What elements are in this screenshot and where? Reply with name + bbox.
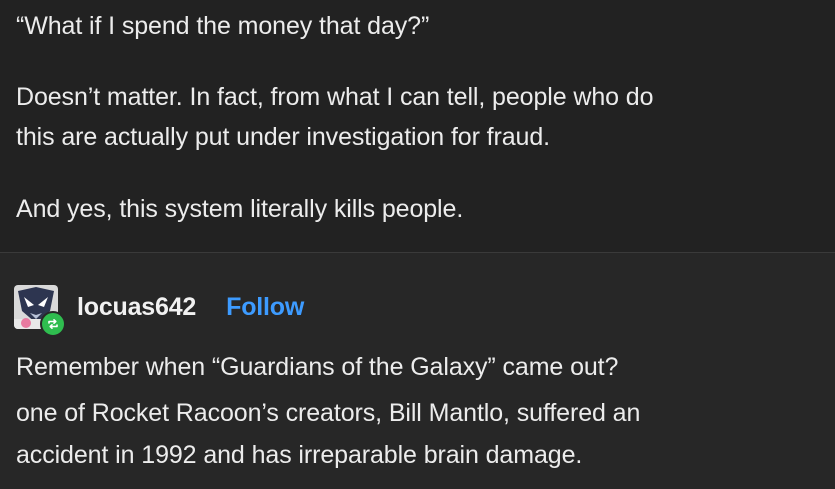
reblog-header: locuas642 Follow <box>14 282 304 337</box>
reblog-text-line: one of Rocket Racoon’s creators, Bill Ma… <box>16 399 641 427</box>
reblog-icon <box>40 311 66 337</box>
username-link[interactable]: locuas642 <box>77 293 196 322</box>
reblog-text-line: accident in 1992 and has irreparable bra… <box>16 441 583 469</box>
reblog-text-line: Remember when “Guardians of the Galaxy” … <box>16 353 619 381</box>
follow-button[interactable]: Follow <box>226 293 304 322</box>
post-paragraph-quote: “What if I spend the money that day?” <box>16 12 430 40</box>
post-body: “What if I spend the money that day?” Do… <box>0 0 835 252</box>
post-paragraph-line: this are actually put under investigatio… <box>16 123 550 151</box>
avatar[interactable] <box>14 285 66 337</box>
post-paragraph-line: Doesn’t matter. In fact, from what I can… <box>16 83 654 111</box>
post-paragraph-conclusion: And yes, this system literally kills peo… <box>16 195 464 223</box>
